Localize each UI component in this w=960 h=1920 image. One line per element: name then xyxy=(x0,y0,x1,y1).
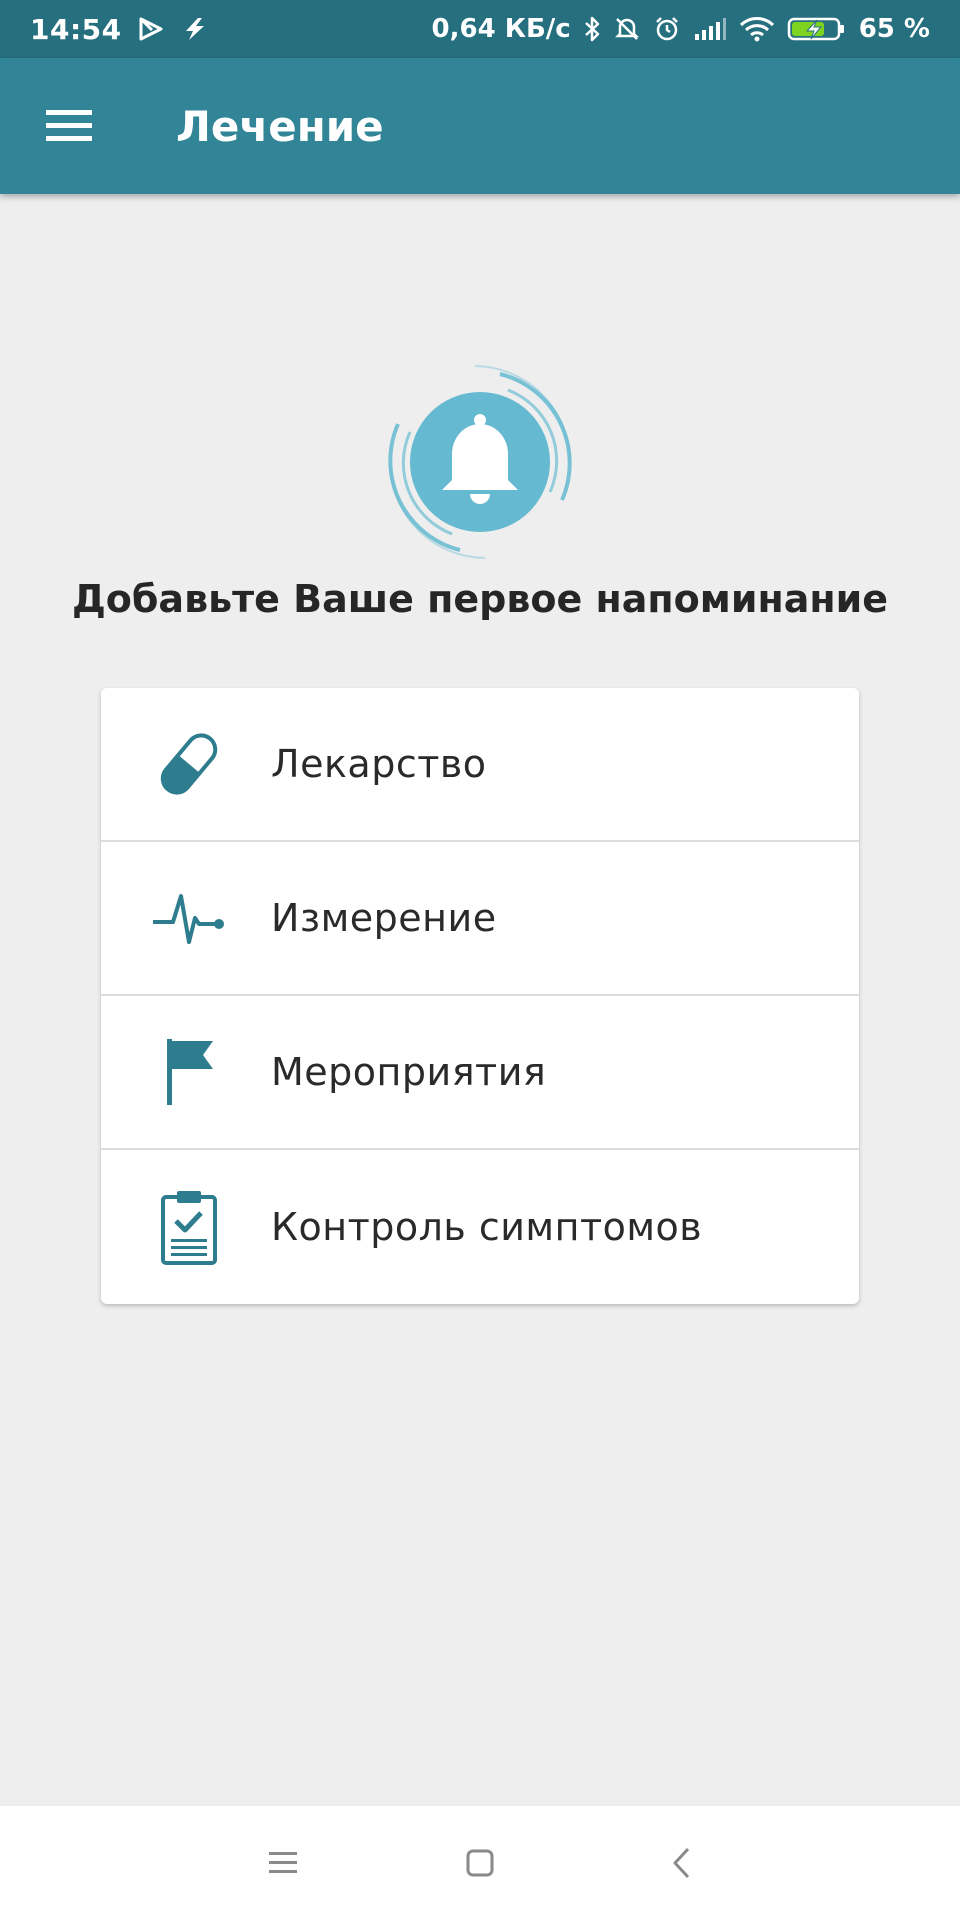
status-left: 14:54 xyxy=(30,13,210,46)
play-store-icon xyxy=(138,16,164,42)
page-title: Лечение xyxy=(176,101,384,151)
battery-percent: 65 % xyxy=(858,14,930,44)
home-icon[interactable] xyxy=(430,1823,530,1903)
empty-state-title: Добавьте Ваше первое напоминание xyxy=(71,577,889,621)
bell-icon xyxy=(380,362,580,562)
heartbeat-icon xyxy=(149,878,229,958)
option-symptom-control[interactable]: Контроль симптомов xyxy=(101,1150,859,1304)
clipboard-check-icon xyxy=(149,1187,229,1267)
option-medicine[interactable]: Лекарство xyxy=(101,688,859,842)
status-right: 0,64 КБ/с 65 % xyxy=(432,14,930,44)
signal-icon xyxy=(693,16,727,42)
system-nav-bar xyxy=(0,1806,960,1920)
bluetooth-icon xyxy=(583,15,601,43)
network-speed: 0,64 КБ/с xyxy=(431,14,571,44)
battery-charging-icon xyxy=(787,15,847,43)
option-measurement[interactable]: Измерение xyxy=(101,842,859,996)
option-label: Контроль симптомов xyxy=(271,1205,703,1249)
status-time: 14:54 xyxy=(30,12,122,46)
bolt-app-icon xyxy=(180,16,210,42)
option-label: Лекарство xyxy=(271,742,487,786)
alarm-icon xyxy=(653,15,681,43)
option-activities[interactable]: Мероприятия xyxy=(101,996,859,1150)
reminder-type-list: Лекарство Измерение Мероприятия Контроль… xyxy=(101,688,859,1304)
option-label: Измерение xyxy=(271,896,497,940)
recent-apps-icon[interactable] xyxy=(233,1823,333,1903)
pill-icon xyxy=(149,724,229,804)
back-icon[interactable] xyxy=(632,1823,732,1903)
flag-icon xyxy=(149,1032,229,1112)
wifi-icon xyxy=(739,16,775,42)
status-bar: 14:54 0,64 КБ/с 65 % xyxy=(0,0,960,58)
app-bar: Лечение xyxy=(0,58,960,194)
option-label: Мероприятия xyxy=(271,1050,547,1094)
muted-bell-icon xyxy=(613,15,641,43)
hamburger-menu-icon[interactable] xyxy=(34,91,104,161)
